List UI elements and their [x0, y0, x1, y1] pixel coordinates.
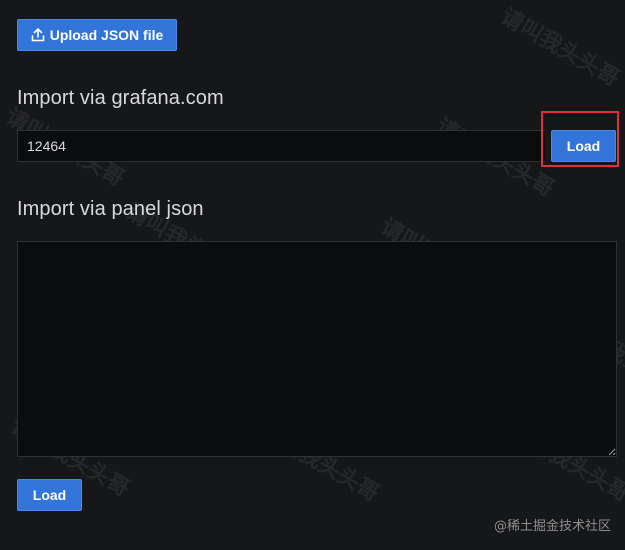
upload-icon [31, 28, 45, 42]
import-grafana-title: Import via grafana.com [17, 87, 224, 109]
grafana-dashboard-id-input[interactable] [17, 130, 545, 162]
import-dashboard-page: 请叫我头头哥 请叫我头头哥 请叫我头头哥 请叫我头头哥 请叫我头头哥 请叫我头头… [0, 0, 625, 550]
watermark-text: 请叫我头头哥 [496, 4, 624, 92]
upload-json-file-button[interactable]: Upload JSON file [17, 19, 177, 51]
source-credit: @稀土掘金技术社区 [493, 519, 611, 534]
panel-json-textarea[interactable] [17, 241, 617, 457]
load-panel-json-button[interactable]: Load [17, 479, 82, 511]
upload-json-file-label: Upload JSON file [49, 27, 164, 43]
import-panel-json-title: Import via panel json [17, 198, 204, 220]
load-grafana-button[interactable]: Load [551, 130, 616, 162]
